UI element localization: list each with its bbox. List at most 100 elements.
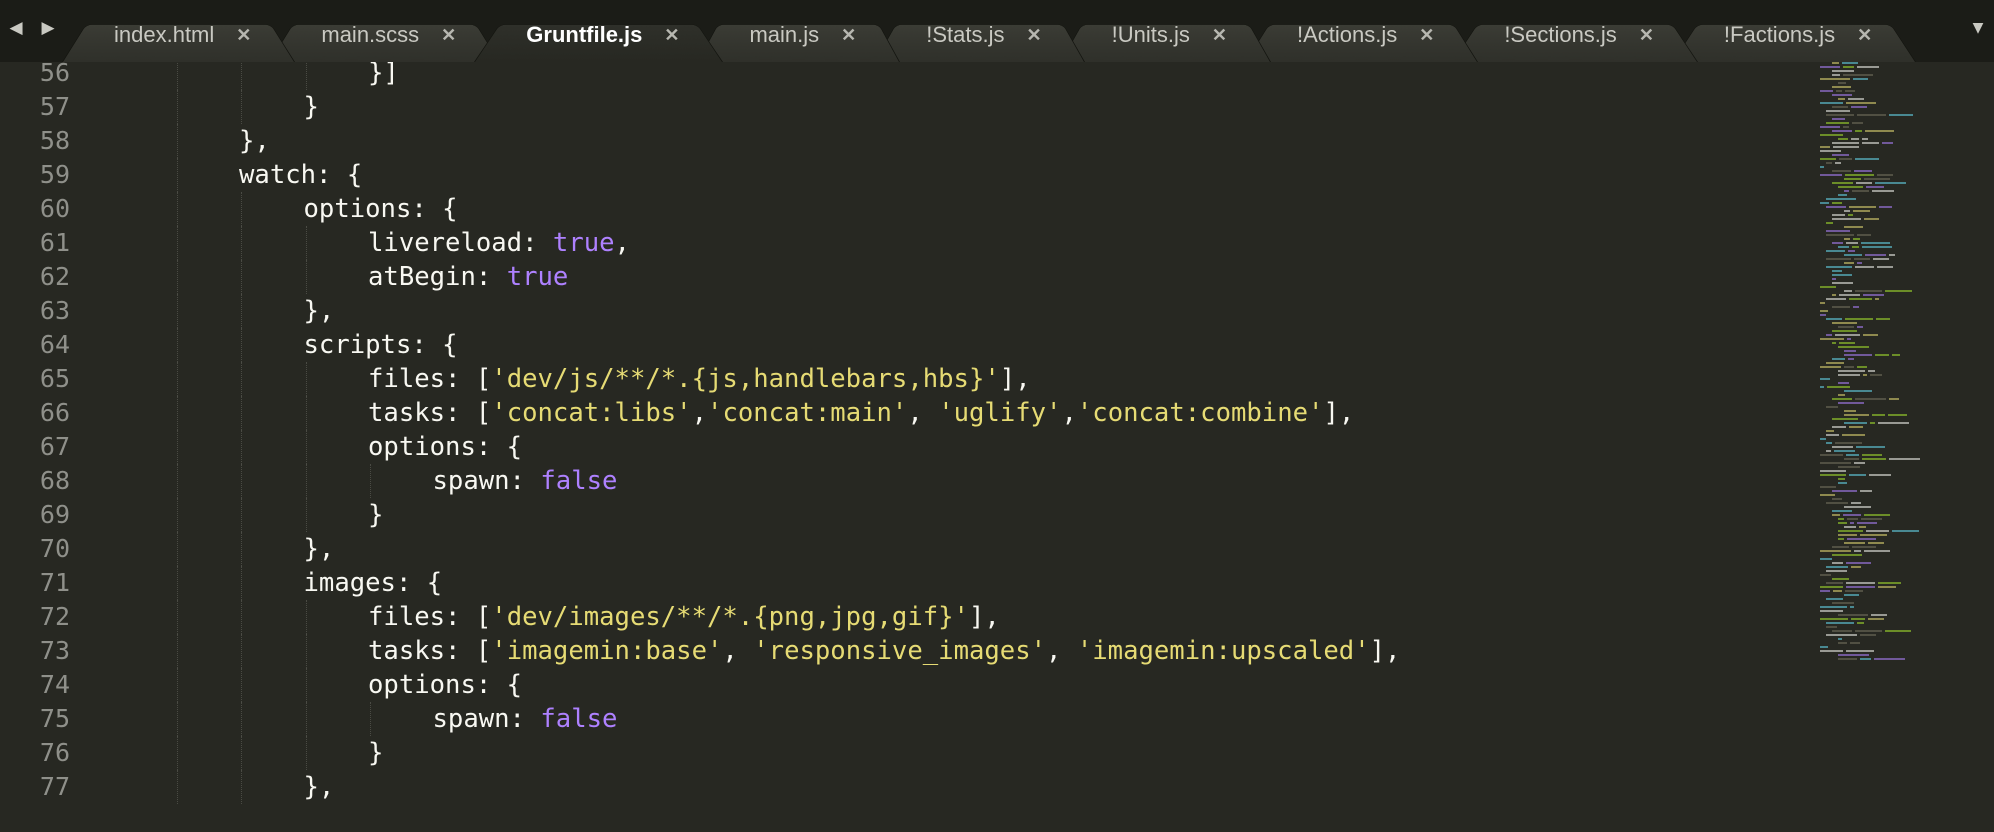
code-line[interactable]: tasks: ['concat:libs','concat:main', 'ug… — [368, 396, 1354, 430]
indent-guide — [241, 498, 242, 532]
minimap-line — [1853, 306, 1859, 308]
minimap-line — [1846, 102, 1876, 104]
string-token: 'responsive_images' — [753, 636, 1047, 666]
code-line[interactable]: images: { — [304, 566, 443, 600]
minimap-line — [1857, 366, 1867, 368]
minimap-line — [1832, 94, 1852, 96]
minimap-line — [1864, 218, 1879, 220]
code-line[interactable]: }, — [304, 294, 335, 328]
tab-stats-js[interactable]: !Stats.js ✕ — [874, 8, 1085, 62]
minimap-line — [1820, 146, 1830, 148]
code-line[interactable]: } — [368, 736, 383, 770]
tab-sections-js[interactable]: !Sections.js ✕ — [1452, 8, 1698, 62]
minimap-line — [1863, 374, 1867, 376]
minimap-line — [1871, 614, 1887, 616]
tab-close-icon[interactable]: ✕ — [664, 25, 679, 46]
back-arrow-icon[interactable]: ◀ — [6, 18, 26, 38]
minimap-line — [1820, 78, 1850, 80]
tab-close-icon[interactable]: ✕ — [441, 25, 456, 46]
minimap-line — [1851, 566, 1861, 568]
tab-close-icon[interactable]: ✕ — [1419, 25, 1434, 46]
minimap-line — [1832, 62, 1839, 64]
minimap-line — [1845, 90, 1855, 92]
minimap-line — [1874, 658, 1905, 660]
code-line[interactable]: } — [304, 90, 319, 124]
minimap-line — [1857, 234, 1871, 236]
code-line[interactable]: tasks: ['imagemin:base', 'responsive_ima… — [368, 634, 1400, 668]
indent-guide — [176, 124, 178, 158]
code-line[interactable]: }] — [368, 62, 399, 90]
code-editor[interactable]: 56 57 58 59 60 61 62 63 64 65 66 67 68 69 70 71 72 73 74 75… — [0, 62, 1994, 832]
minimap-line — [1835, 162, 1841, 164]
tab-gruntfile-js[interactable]: Gruntfile.js ✕ — [474, 8, 723, 62]
constant-token: false — [540, 466, 618, 496]
code-token: tasks: [ — [368, 398, 492, 428]
minimap-line — [1838, 518, 1844, 520]
code-line[interactable]: options: { — [368, 668, 522, 702]
indent-guide — [241, 464, 242, 498]
minimap-line — [1851, 138, 1859, 140]
minimap-line — [1843, 66, 1854, 68]
tab-close-icon[interactable]: ✕ — [1857, 25, 1872, 46]
line-number: 57 — [39, 92, 70, 121]
minimap-line — [1838, 658, 1857, 660]
code-line[interactable]: }, — [304, 770, 335, 804]
tab-main-scss[interactable]: main.scss ✕ — [269, 8, 500, 62]
minimap-line — [1855, 266, 1874, 268]
minimap-line — [1857, 114, 1886, 116]
code-line[interactable]: }, — [304, 532, 335, 566]
tab-label: !Sections.js — [1504, 22, 1617, 47]
tab-menu-dropdown-icon[interactable]: ▼ — [1968, 18, 1988, 38]
minimap-line — [1820, 462, 1851, 464]
code-line[interactable]: watch: { — [239, 158, 362, 192]
minimap-line — [1833, 146, 1859, 148]
code-line[interactable]: } — [368, 498, 383, 532]
line-number: 72 — [39, 602, 70, 631]
indent-guide — [241, 362, 242, 396]
code-line[interactable]: spawn: false — [433, 464, 618, 498]
code-line[interactable]: scripts: { — [304, 328, 458, 362]
minimap-line — [1876, 318, 1890, 320]
code-line[interactable]: }, — [239, 124, 270, 158]
code-line[interactable]: atBegin: true — [368, 260, 568, 294]
code-line[interactable]: options: { — [304, 192, 458, 226]
minimap-line — [1850, 522, 1854, 524]
indent-guide — [241, 600, 242, 634]
code-area[interactable]: }]}}, watch: {options: {livereload: true,… — [110, 62, 1790, 832]
minimap-line — [1838, 530, 1863, 532]
minimap-line — [1838, 642, 1847, 644]
minimap-line — [1832, 554, 1862, 556]
minimap[interactable] — [1800, 62, 1994, 832]
tab-main-js[interactable]: main.js ✕ — [697, 8, 900, 62]
minimap-line — [1889, 458, 1920, 460]
code-line[interactable]: livereload: true, — [368, 226, 630, 260]
tab-units-js[interactable]: !Units.js ✕ — [1060, 8, 1271, 62]
string-token: 'uglify' — [938, 398, 1062, 428]
minimap-line — [1844, 238, 1850, 240]
minimap-line — [1855, 158, 1879, 160]
tab-close-icon[interactable]: ✕ — [1027, 25, 1042, 46]
code-line[interactable]: options: { — [368, 430, 522, 464]
tab-close-icon[interactable]: ✕ — [236, 25, 251, 46]
minimap-line — [1868, 618, 1884, 620]
minimap-line — [1832, 270, 1842, 272]
minimap-line — [1850, 606, 1854, 608]
tab-close-icon[interactable]: ✕ — [1212, 25, 1227, 46]
minimap-line — [1820, 126, 1840, 128]
minimap-line — [1863, 334, 1878, 336]
tab-close-icon[interactable]: ✕ — [1639, 25, 1654, 46]
tab-close-icon[interactable]: ✕ — [841, 25, 856, 46]
minimap-line — [1849, 298, 1872, 300]
code-line[interactable]: spawn: false — [433, 702, 618, 736]
forward-arrow-icon[interactable]: ▶ — [38, 18, 58, 38]
minimap-line — [1866, 186, 1884, 188]
minimap-line — [1892, 354, 1900, 356]
minimap-line — [1820, 102, 1843, 104]
tab-factions-js[interactable]: !Factions.js ✕ — [1672, 8, 1916, 62]
code-line[interactable]: files: ['dev/js/**/*.{js,handlebars,hbs}… — [368, 362, 1031, 396]
line-number: 71 — [39, 568, 70, 597]
tab-index-html[interactable]: index.html ✕ — [62, 8, 295, 62]
minimap-line — [1857, 522, 1877, 524]
code-line[interactable]: files: ['dev/images/**/*.{png,jpg,gif}']… — [368, 600, 1000, 634]
tab-actions-js[interactable]: !Actions.js ✕ — [1245, 8, 1478, 62]
